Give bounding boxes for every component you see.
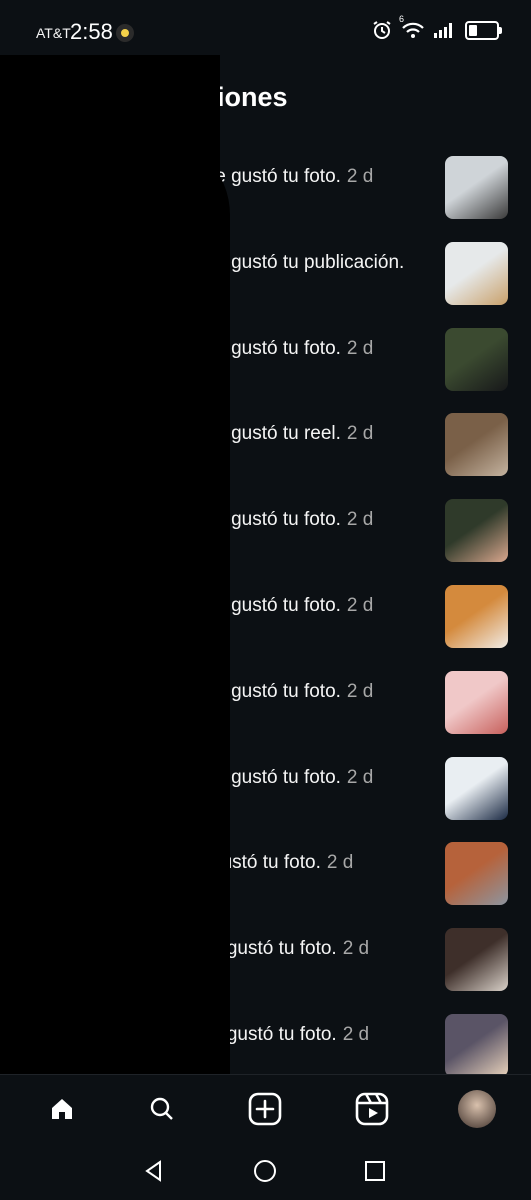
post-thumbnail[interactable] (445, 241, 508, 305)
post-thumbnail[interactable] (445, 327, 508, 391)
notification-text: le gustó tu foto. 2 d (211, 164, 431, 190)
notification-message: le gustó tu reel. (211, 423, 341, 445)
new-post-icon (248, 1092, 282, 1126)
notification-time: 2 d (346, 509, 374, 531)
notification-message: le gustó tu foto. (211, 337, 341, 359)
notification-message: le gustó tu foto. (211, 680, 341, 702)
notification-message: le gustó tu foto. (211, 509, 341, 531)
status-time: 2:58 (70, 19, 113, 44)
square-recents-icon (365, 1161, 385, 1181)
nav-back-button[interactable] (139, 1156, 169, 1186)
alarm-icon (373, 21, 391, 39)
notification-text: e gustó tu foto. 2 d (211, 936, 431, 962)
nav-home-button[interactable] (250, 1156, 280, 1186)
notification-message: le gustó tu foto. (211, 595, 341, 616)
redaction-scribble-overlay (0, 135, 230, 1200)
notification-text: le gustó tu foto. 2 d (211, 336, 431, 362)
notification-text: le gustó tu publicación. (211, 250, 431, 276)
notification-text: le gustó tu foto. 2 d (211, 593, 431, 619)
bottom-tab-bar (0, 1074, 531, 1143)
post-thumbnail[interactable] (445, 842, 508, 906)
nav-recents-button[interactable] (360, 1156, 390, 1186)
notification-text: le gustó tu foto. 2 d (211, 765, 431, 791)
notification-time: 2 d (346, 337, 374, 359)
tab-new-post[interactable] (243, 1087, 287, 1131)
notification-text: le gustó tu foto. 2 d (211, 507, 431, 533)
notification-text: e gustó tu foto. 2 d (211, 1022, 431, 1048)
post-thumbnail[interactable] (445, 1014, 508, 1074)
post-thumbnail[interactable] (445, 499, 508, 563)
notification-message: le gustó tu foto. (211, 766, 341, 788)
notification-time: 2 d (326, 852, 354, 874)
notification-time: 2 d (346, 423, 374, 445)
reels-icon (355, 1092, 389, 1126)
system-nav-bar (0, 1142, 531, 1200)
notification-text: gustó tu foto. 2 d (211, 850, 431, 876)
post-thumbnail[interactable] (445, 585, 508, 648)
profile-avatar[interactable] (458, 1090, 496, 1128)
notification-time: 2 d (346, 595, 374, 616)
post-thumbnail[interactable] (445, 670, 508, 734)
notification-time: 2 d (342, 1024, 370, 1045)
recording-indicator-icon (116, 24, 134, 42)
notification-text: le gustó tu reel. 2 d (211, 421, 431, 447)
post-thumbnail[interactable] (445, 413, 508, 477)
notification-time: 2 d (346, 680, 374, 702)
notification-time: 2 d (346, 766, 374, 788)
network-type-label: 6 (399, 14, 405, 24)
tab-search[interactable] (140, 1087, 184, 1131)
notification-time: 2 d (342, 938, 370, 960)
circle-home-icon (254, 1160, 276, 1182)
search-icon (150, 1097, 173, 1120)
tab-reels[interactable] (350, 1087, 394, 1131)
post-thumbnail[interactable] (445, 756, 508, 820)
status-icons: 6 (372, 14, 502, 40)
triangle-back-icon (145, 1160, 161, 1182)
tab-home[interactable] (40, 1087, 84, 1131)
notification-message: le gustó tu publicación. (211, 251, 405, 273)
battery-icon (465, 20, 502, 40)
notification-text: le gustó tu foto. 2 d (211, 679, 431, 705)
post-thumbnail[interactable] (445, 156, 508, 219)
signal-icon (434, 23, 452, 38)
wifi-icon: 6 (399, 14, 425, 40)
home-icon (52, 1099, 72, 1119)
notification-time: 2 d (346, 166, 374, 187)
carrier-label: AT&T (36, 25, 71, 41)
post-thumbnail[interactable] (445, 928, 508, 992)
notification-message: le gustó tu foto. (211, 166, 341, 187)
